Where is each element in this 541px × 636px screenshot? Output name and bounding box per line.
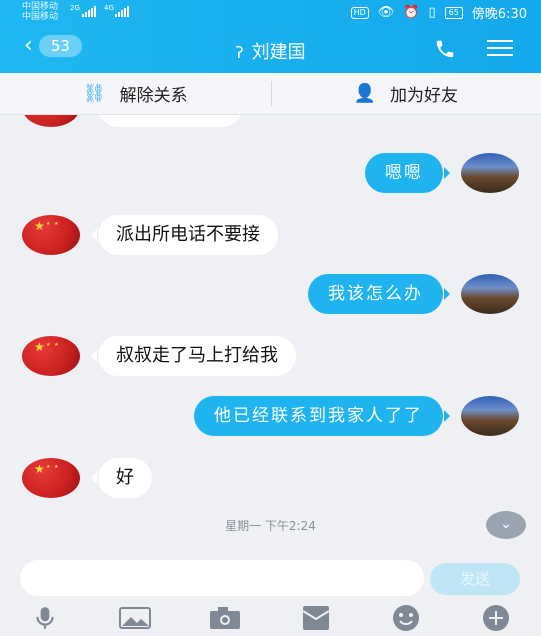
battery-icon: 65 <box>444 6 463 19</box>
carrier-info: 中国移动 中国移动 <box>22 2 58 22</box>
my-avatar[interactable] <box>461 153 519 193</box>
action-bar: ⛓ 解除关系 👤 加为好友 <box>0 73 541 115</box>
tool-bar <box>0 603 541 633</box>
contact-avatar[interactable] <box>22 115 80 127</box>
ear-icon[interactable]: ʔ <box>235 43 243 62</box>
signal-icon <box>82 5 96 17</box>
my-avatar[interactable] <box>461 396 519 436</box>
message-bubble[interactable]: 嗯嗯 <box>365 153 450 193</box>
contact-avatar[interactable] <box>22 336 80 376</box>
message-bubble[interactable]: 我该怎么办 <box>308 274 450 314</box>
chevron-down-icon[interactable]: ⌄ <box>486 511 526 539</box>
my-avatar[interactable] <box>461 274 519 314</box>
remove-relation-label: 解除关系 <box>119 86 188 106</box>
message-out: 他已经联系到我家人了了 <box>194 396 519 436</box>
message-bubble[interactable]: 叔叔走了马上打给我 <box>91 336 296 376</box>
eye-icon: 👁 <box>377 5 395 20</box>
message-out: 嗯嗯 <box>365 153 519 193</box>
network-2: 4G <box>104 4 114 12</box>
carrier-2: 中国移动 <box>22 12 59 22</box>
unlink-icon: ⛓ <box>82 83 106 104</box>
emoji-icon[interactable] <box>390 605 422 631</box>
message-in: 派出所电话不要接 <box>22 215 278 255</box>
status-bar: 中国移动 中国移动 2G 4G HD 👁 ⏰ ▯ 65 傍晚6:30 <box>0 0 541 24</box>
message-out: 我该怎么办 <box>308 274 519 314</box>
send-button[interactable]: 发送 <box>430 563 520 595</box>
input-bar: 发送 <box>0 545 541 636</box>
message-input[interactable] <box>20 560 424 596</box>
red-packet-icon[interactable] <box>300 605 332 631</box>
microphone-icon[interactable] <box>29 605 61 631</box>
remove-relation-button[interactable]: ⛓ 解除关系 <box>0 73 271 114</box>
add-friend-label: 加为好友 <box>389 86 458 106</box>
signal-icon-2 <box>115 5 129 17</box>
network-1: 2G <box>70 4 80 12</box>
message-bubble[interactable]: 派出所电话不要接 <box>91 215 278 255</box>
image-icon[interactable] <box>119 605 152 631</box>
vibrate-icon: ▯ <box>428 5 436 20</box>
add-friend-button[interactable]: 👤 加为好友 <box>270 73 541 114</box>
contact-name: 刘建国 <box>251 42 306 63</box>
message-in: 叔叔走了马上打给我 <box>22 336 296 376</box>
carrier-1: 中国移动 <box>22 2 59 12</box>
message-bubble[interactable]: 让叔叔见面么 <box>98 115 242 127</box>
chat-title: ʔ 刘建国 <box>0 38 541 64</box>
add-user-icon: 👤 <box>353 83 376 104</box>
hd-icon: HD <box>350 6 369 19</box>
message-bubble[interactable]: 他已经联系到我家人了了 <box>194 396 450 436</box>
message-bubble[interactable]: 好 <box>91 458 152 498</box>
menu-icon[interactable] <box>487 40 513 58</box>
message-timestamp: 星期一 下午2:24 <box>225 519 316 533</box>
message-list[interactable]: 让叔叔见面么 嗯嗯 派出所电话不要接 我该怎么办 叔叔走了马上打给我 他已经联系… <box>0 115 541 545</box>
camera-icon[interactable] <box>209 605 241 631</box>
message-in: 好 <box>22 458 152 498</box>
contact-avatar[interactable] <box>22 215 80 255</box>
status-time: 傍晚6:30 <box>471 7 527 22</box>
contact-avatar[interactable] <box>22 458 80 498</box>
plus-icon[interactable] <box>480 605 512 631</box>
phone-icon[interactable] <box>433 38 457 60</box>
alarm-icon: ⏰ <box>403 5 420 20</box>
message-in: 让叔叔见面么 <box>22 115 242 127</box>
title-bar: 中国移动 中国移动 2G 4G HD 👁 ⏰ ▯ 65 傍晚6:30 ‹ 53 … <box>0 0 541 73</box>
